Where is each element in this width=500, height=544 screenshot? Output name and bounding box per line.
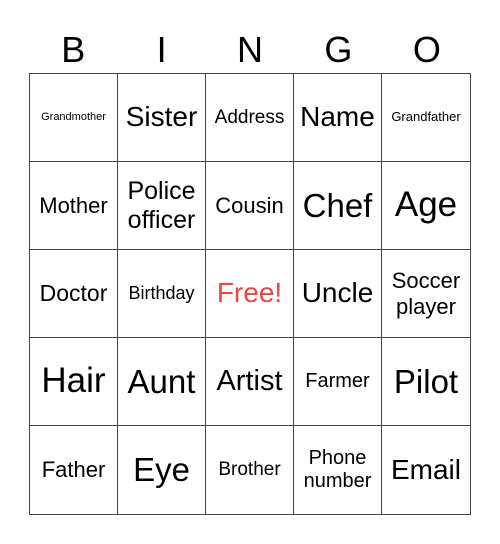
header-letter-o: O — [412, 29, 441, 70]
bingo-cell[interactable]: Address — [206, 74, 294, 162]
bingo-grid: Grandmother Sister Address Name Grandfather M… — [29, 73, 471, 515]
bingo-cell[interactable]: Artist — [206, 338, 294, 426]
header-letter-i: I — [156, 29, 167, 70]
bingo-cell[interactable]: Brother — [206, 426, 294, 514]
header-letter-n: N — [237, 29, 264, 70]
bingo-cell[interactable]: Cousin — [206, 162, 294, 250]
bingo-cell[interactable]: Grandmother — [30, 74, 118, 162]
header-letter-g: G — [324, 29, 353, 70]
bingo-cell[interactable]: Sister — [118, 74, 206, 162]
bingo-cell[interactable]: Birthday — [118, 250, 206, 338]
bingo-cell[interactable]: Police officer — [118, 162, 206, 250]
bingo-cell[interactable]: Doctor — [30, 250, 118, 338]
bingo-cell[interactable]: Eye — [118, 426, 206, 514]
bingo-cell[interactable]: Aunt — [118, 338, 206, 426]
bingo-cell[interactable]: Father — [30, 426, 118, 514]
bingo-cell[interactable]: Mother — [30, 162, 118, 250]
bingo-cell[interactable]: Uncle — [294, 250, 382, 338]
bingo-cell[interactable]: Hair — [30, 338, 118, 426]
bingo-header: B I N G O — [29, 28, 471, 72]
bingo-cell[interactable]: Phone number — [294, 426, 382, 514]
header-letter-b: B — [61, 29, 86, 70]
bingo-cell[interactable]: Soccer player — [382, 250, 470, 338]
free-space-cell[interactable]: Free! — [206, 250, 294, 338]
bingo-cell[interactable]: Age — [382, 162, 470, 250]
bingo-cell[interactable]: Name — [294, 74, 382, 162]
bingo-cell[interactable]: Pilot — [382, 338, 470, 426]
bingo-cell[interactable]: Grandfather — [382, 74, 470, 162]
bingo-cell[interactable]: Chef — [294, 162, 382, 250]
bingo-cell[interactable]: Farmer — [294, 338, 382, 426]
bingo-cell[interactable]: Email — [382, 426, 470, 514]
